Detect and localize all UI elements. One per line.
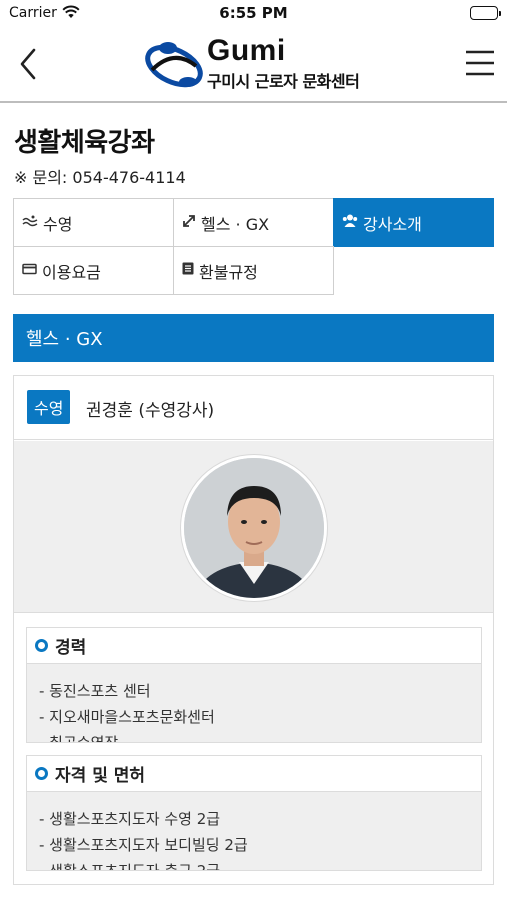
list-item: - 지오새마을스포츠문화센터 xyxy=(39,708,215,726)
list-item: - 생활스포츠지도자 수영 2급 xyxy=(39,810,221,828)
circle-bullet-icon xyxy=(35,767,48,780)
circle-bullet-icon xyxy=(35,639,48,652)
tab-label: 수영 xyxy=(43,214,73,234)
tab-label: 환불규정 xyxy=(199,262,258,282)
category-tabs: 수영 헬스 · GX 강사소개 이용요금 환불규정 xyxy=(13,198,494,295)
tab-refund-policy[interactable]: 환불규정 xyxy=(173,246,334,295)
instructor-card-header: 수영 권경훈 (수영강사) xyxy=(14,376,493,440)
tab-swimming[interactable]: 수영 xyxy=(13,198,174,247)
chevron-left-icon xyxy=(20,48,36,80)
logo-subtitle-text: 구미시 근로자 문화센터 xyxy=(207,72,360,91)
card-icon xyxy=(22,263,37,279)
tab-instructors[interactable]: 강사소개 xyxy=(333,198,494,247)
logo-mark-icon xyxy=(145,42,203,88)
logo-brand-text: Gumi xyxy=(207,34,286,67)
expand-icon xyxy=(182,214,196,232)
battery-icon xyxy=(470,6,501,20)
back-button[interactable] xyxy=(14,44,44,84)
career-title: 경력 xyxy=(55,638,87,658)
users-icon xyxy=(342,214,358,231)
hamburger-menu-icon xyxy=(466,50,494,76)
license-header: 자격 및 면허 xyxy=(27,756,481,792)
list-item: - 생활스포츠지도자 축구 2급 xyxy=(39,858,481,870)
list-item: - 동진스포츠 센터 xyxy=(39,682,151,700)
career-list[interactable]: - 동진스포츠 센터 - 지오새마을스포츠문화센터 - 칠곡수영장 xyxy=(27,664,481,742)
section-title-bar: 헬스 · GX xyxy=(13,314,494,362)
swim-icon xyxy=(22,215,38,231)
list-item: - 칠곡수영장 xyxy=(39,730,481,742)
clock: 6:55 PM xyxy=(219,4,288,22)
status-bar: Carrier 6:55 PM xyxy=(0,0,507,28)
page-title: 생활체육강좌 xyxy=(14,128,155,158)
contact-info: ※ 문의: 054-476-4114 xyxy=(14,168,186,187)
license-title: 자격 및 면허 xyxy=(55,766,146,786)
tab-label: 이용요금 xyxy=(42,262,101,282)
license-section: 자격 및 면허 - 생활스포츠지도자 수영 2급 - 생활스포츠지도자 보디빌딩… xyxy=(26,755,482,871)
instructor-photo-area xyxy=(14,441,493,613)
career-section: 경력 - 동진스포츠 센터 - 지오새마을스포츠문화센터 - 칠곡수영장 xyxy=(26,627,482,743)
list-item: - 생활스포츠지도자 보디빌딩 2급 xyxy=(39,836,248,854)
instructor-card: 수영 권경훈 (수영강사) 경력 - 동진스포츠 센터 - 지오새마을스포츠문화… xyxy=(13,375,494,885)
tab-label: 헬스 · GX xyxy=(201,214,270,234)
career-header: 경력 xyxy=(27,628,481,664)
tab-fees[interactable]: 이용요금 xyxy=(13,246,174,295)
instructor-name: 권경훈 (수영강사) xyxy=(86,401,215,421)
app-header: Gumi 구미시 근로자 문화센터 xyxy=(0,28,507,103)
tab-label: 강사소개 xyxy=(363,214,422,234)
menu-button[interactable] xyxy=(465,48,495,78)
instructor-avatar xyxy=(181,455,327,601)
gumi-logo[interactable]: Gumi 구미시 근로자 문화센터 xyxy=(144,34,374,92)
list-icon xyxy=(182,262,194,279)
tab-health-gx[interactable]: 헬스 · GX xyxy=(173,198,334,247)
license-list[interactable]: - 생활스포츠지도자 수영 2급 - 생활스포츠지도자 보디빌딩 2급 - 생활… xyxy=(27,792,481,870)
category-badge: 수영 xyxy=(27,390,71,424)
